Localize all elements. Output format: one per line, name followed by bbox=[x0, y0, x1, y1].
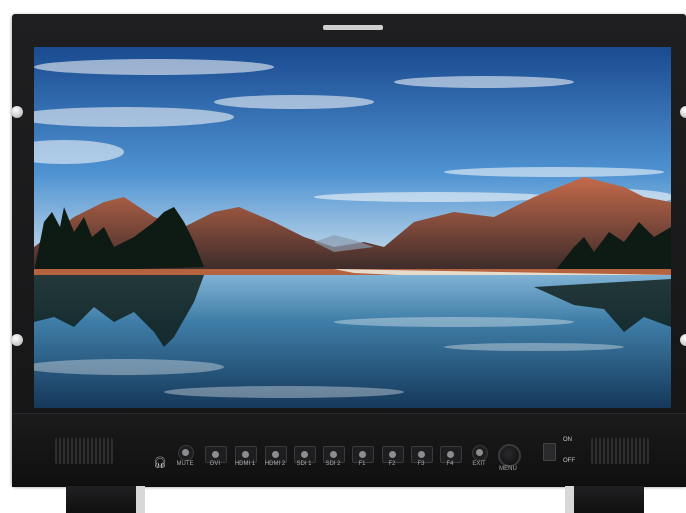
stand-foot-right bbox=[574, 486, 644, 513]
landscape-image bbox=[34, 47, 671, 408]
stand-foot-right-edge bbox=[565, 486, 574, 513]
power-off-label: OFF bbox=[563, 458, 575, 464]
power-switch[interactable] bbox=[543, 443, 556, 461]
power-on-label: ON bbox=[563, 437, 572, 443]
stand-foot-left-edge bbox=[136, 486, 145, 513]
display-screen bbox=[34, 47, 671, 408]
speaker-grille-right bbox=[591, 438, 649, 464]
stand-foot-left bbox=[66, 486, 136, 513]
rack-mount-hole-left-bottom bbox=[11, 334, 23, 346]
front-sensor bbox=[323, 25, 383, 30]
menu-label: MENU bbox=[499, 466, 517, 472]
rack-mount-hole-right-bottom bbox=[680, 334, 686, 346]
speaker-grille-left bbox=[55, 438, 113, 464]
control-panel bbox=[12, 413, 686, 487]
rack-mount-hole-right-top bbox=[680, 106, 686, 118]
menu-knob[interactable] bbox=[498, 444, 521, 467]
mute-button[interactable] bbox=[178, 445, 194, 461]
exit-button[interactable] bbox=[472, 445, 488, 461]
rack-mount-hole-left-top bbox=[11, 106, 23, 118]
